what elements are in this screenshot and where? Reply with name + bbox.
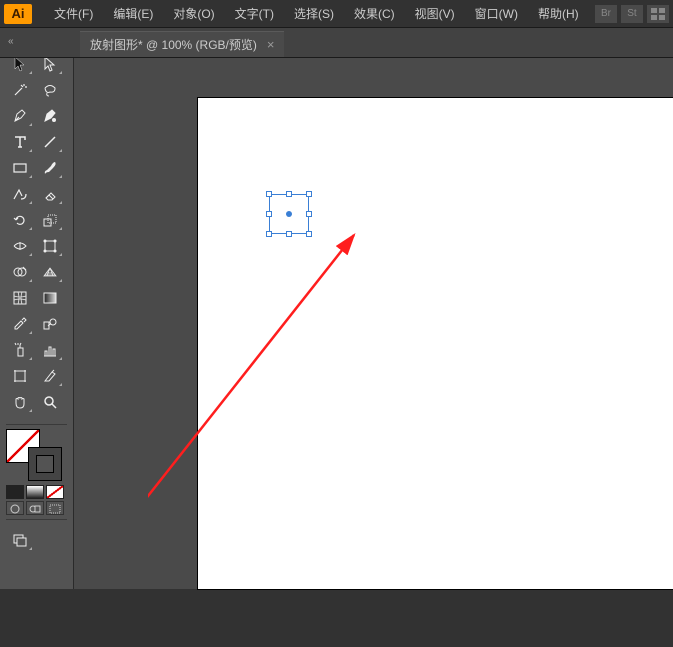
toolbar <box>0 28 74 589</box>
menu-object[interactable]: 对象(O) <box>163 5 224 22</box>
pen-tool[interactable] <box>6 104 34 128</box>
line-segment-tool[interactable] <box>36 130 64 154</box>
shape-builder-tool[interactable] <box>6 260 34 284</box>
free-transform-tool[interactable] <box>36 234 64 258</box>
selection-handle[interactable] <box>266 191 272 197</box>
selection-center-icon <box>286 211 292 217</box>
fill-stroke-swatch[interactable] <box>6 429 66 481</box>
document-tab[interactable]: 放射图形* @ 100% (RGB/预览) × <box>80 31 284 57</box>
blend-tool[interactable] <box>36 312 64 336</box>
type-tool[interactable] <box>6 130 34 154</box>
draw-behind[interactable] <box>26 501 44 515</box>
paintbrush-tool[interactable] <box>36 156 64 180</box>
stock-button[interactable]: St <box>621 5 643 23</box>
perspective-grid-tool[interactable] <box>36 260 64 284</box>
selection-handle[interactable] <box>306 211 312 217</box>
draw-inside[interactable] <box>46 501 64 515</box>
mesh-tool[interactable] <box>6 286 34 310</box>
document-tab-title: 放射图形* @ 100% (RGB/预览) <box>90 36 257 53</box>
scale-tool[interactable] <box>36 208 64 232</box>
selection-handle[interactable] <box>306 191 312 197</box>
tab-close-button[interactable]: × <box>267 37 275 52</box>
selection-handle[interactable] <box>306 231 312 237</box>
width-tool[interactable] <box>6 234 34 258</box>
menu-edit[interactable]: 编辑(E) <box>103 5 163 22</box>
workspace-button[interactable] <box>647 5 669 23</box>
draw-normal[interactable] <box>6 501 24 515</box>
menu-select[interactable]: 选择(S) <box>284 5 344 22</box>
color-mode-solid[interactable] <box>6 485 24 499</box>
shaper-tool[interactable] <box>6 182 34 206</box>
zoom-tool[interactable] <box>36 390 64 414</box>
app-logo: Ai <box>4 4 32 24</box>
selection-handle[interactable] <box>286 191 292 197</box>
menu-file[interactable]: 文件(F) <box>44 5 103 22</box>
selected-object[interactable] <box>269 194 309 234</box>
artboard-tool[interactable] <box>6 364 34 388</box>
menu-help[interactable]: 帮助(H) <box>528 5 589 22</box>
rotate-tool[interactable] <box>6 208 34 232</box>
gradient-tool[interactable] <box>36 286 64 310</box>
menu-view[interactable]: 视图(V) <box>405 5 465 22</box>
selection-handle[interactable] <box>286 231 292 237</box>
screen-mode-button[interactable] <box>6 528 34 552</box>
menu-type[interactable]: 文字(T) <box>225 5 284 22</box>
menu-bar: Ai 文件(F) 编辑(E) 对象(O) 文字(T) 选择(S) 效果(C) 视… <box>0 0 673 28</box>
artboard[interactable] <box>198 98 673 589</box>
eraser-tool[interactable] <box>36 182 64 206</box>
document-area[interactable] <box>74 58 673 589</box>
magic-wand-tool[interactable] <box>6 78 34 102</box>
eyedropper-tool[interactable] <box>6 312 34 336</box>
rectangle-tool[interactable] <box>6 156 34 180</box>
column-graph-tool[interactable] <box>36 338 64 362</box>
panel-collapse-icon[interactable]: « <box>8 36 14 47</box>
stroke-swatch[interactable] <box>28 447 62 481</box>
hand-tool[interactable] <box>6 390 34 414</box>
color-mode-gradient[interactable] <box>26 485 44 499</box>
lasso-tool[interactable] <box>36 78 64 102</box>
tab-bar: « 放射图形* @ 100% (RGB/预览) × <box>0 28 673 58</box>
selection-handle[interactable] <box>266 211 272 217</box>
symbol-sprayer-tool[interactable] <box>6 338 34 362</box>
slice-tool[interactable] <box>36 364 64 388</box>
color-mode-none[interactable] <box>46 485 64 499</box>
menu-effect[interactable]: 效果(C) <box>344 5 405 22</box>
menu-window[interactable]: 窗口(W) <box>465 5 528 22</box>
bridge-button[interactable]: Br <box>595 5 617 23</box>
curvature-tool[interactable] <box>36 104 64 128</box>
selection-handle[interactable] <box>266 231 272 237</box>
